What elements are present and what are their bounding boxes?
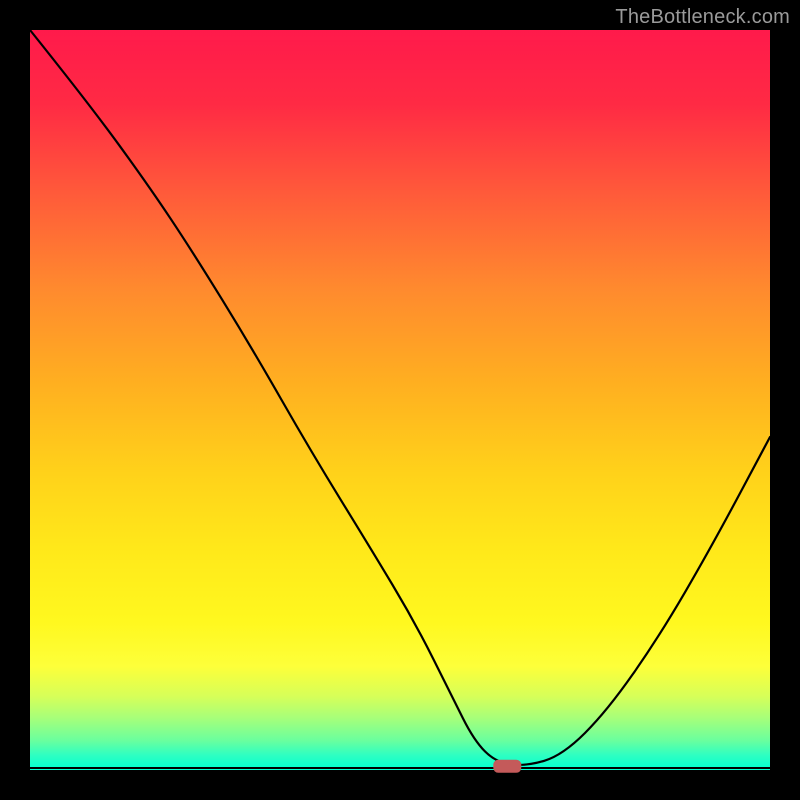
optimal-marker	[493, 760, 521, 773]
watermark-text: TheBottleneck.com	[615, 6, 790, 29]
bottleneck-curve	[30, 30, 770, 765]
plot-area	[30, 30, 770, 770]
plot-svg	[30, 30, 770, 770]
chart-frame: TheBottleneck.com	[0, 0, 800, 800]
